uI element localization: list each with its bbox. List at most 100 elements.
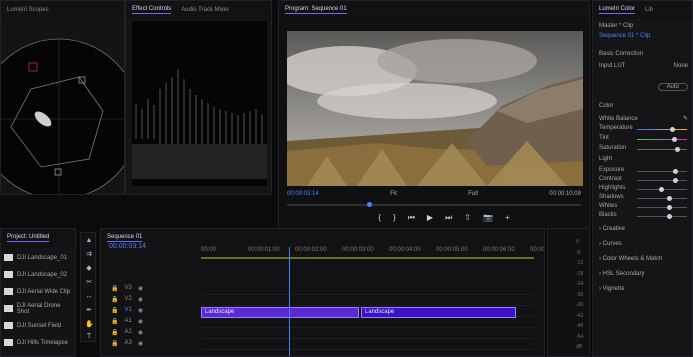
list-item[interactable]: DJI Landscape_02 (4, 268, 73, 281)
type-tool-icon[interactable]: T (85, 333, 93, 341)
track-select-icon[interactable]: ⇉ (85, 251, 93, 259)
slider-track-highlights[interactable] (637, 187, 687, 192)
track-header-v2[interactable]: 🔒 V2 ◉ (111, 296, 143, 303)
list-item[interactable]: DJI Aerial Drone Shot (4, 302, 73, 315)
quality-dropdown[interactable]: Full (468, 191, 478, 197)
eye-icon[interactable]: ◉ (138, 340, 143, 347)
eye-icon[interactable]: ◉ (138, 307, 143, 314)
lock-icon[interactable]: 🔒 (111, 296, 118, 303)
input-lut-dropdown[interactable]: None (674, 63, 688, 69)
slider-knob-highlights[interactable] (659, 187, 664, 192)
pen-tool-icon[interactable]: ✒ (85, 307, 93, 315)
slider-track-contrast[interactable] (637, 178, 687, 183)
program-scrubber[interactable] (287, 202, 581, 207)
section-creative[interactable]: › Creative (599, 226, 688, 232)
slider-knob-contrast[interactable] (673, 178, 678, 183)
eye-icon[interactable]: ◉ (138, 318, 143, 325)
export-frame-icon[interactable]: 📷 (483, 213, 493, 223)
slider-knob-saturation[interactable] (675, 147, 680, 152)
mark-out-icon[interactable]: } (393, 213, 396, 223)
track-header-a1[interactable]: 🔒 A1 ◉ (111, 318, 143, 325)
track-header-v1[interactable]: 🔒 V1 ◉ (111, 307, 143, 314)
master-label[interactable]: Master * Clip (599, 23, 633, 29)
ruler-label: 00:00 (201, 247, 217, 253)
meter-label: -42 (576, 312, 584, 319)
track-header-a3[interactable]: 🔒 A3 ◉ (111, 340, 143, 347)
mark-in-icon[interactable]: { (378, 213, 381, 223)
slider-track-shadows[interactable] (637, 196, 687, 201)
slider-knob-tint[interactable] (672, 137, 677, 142)
slider-knob-shadows[interactable] (667, 196, 672, 201)
list-item[interactable]: DJI Sunset Field (4, 319, 73, 332)
slider-knob-blacks[interactable] (667, 214, 672, 219)
slider-track-tint[interactable] (637, 137, 687, 142)
auto-button[interactable]: Auto (657, 83, 688, 91)
list-item[interactable]: DJI Hills Timelapse (4, 336, 73, 349)
playhead[interactable] (289, 247, 290, 356)
play-icon[interactable]: ▶ (427, 213, 433, 223)
selection-tool-icon[interactable]: ▲ (85, 237, 93, 245)
sequence-label[interactable]: Sequence 01 * Clip (599, 33, 650, 39)
razor-tool-icon[interactable]: ✂ (85, 279, 93, 287)
clip-v1-b[interactable]: Landscape (361, 307, 516, 318)
slider-label-tint: Tint (599, 135, 609, 141)
timeline-ruler[interactable]: 00:00 00:00:01:00 00:00:02:00 00:00:03:00 00… (201, 247, 544, 257)
step-back-icon[interactable]: ⏮ (408, 213, 415, 223)
lock-icon[interactable]: 🔒 (111, 285, 118, 292)
list-item[interactable]: DJI Aerial Wide Clip (4, 285, 73, 298)
eye-icon[interactable]: ◉ (138, 296, 143, 303)
clip-v1-a[interactable]: Landscape (201, 307, 359, 318)
track-header-v3[interactable]: 🔒 V3 ◉ (111, 285, 143, 292)
lift-icon[interactable]: ⇧ (464, 213, 471, 223)
lock-icon[interactable]: 🔒 (111, 307, 118, 314)
slider-track-temperature[interactable] (637, 127, 687, 132)
section-hsl-secondary[interactable]: › HSL Secondary (599, 271, 688, 277)
slider-row-whites: Whites (599, 203, 688, 209)
program-title[interactable]: Program: Sequence 01 (285, 6, 347, 14)
tab-effect-controls[interactable]: Effect Controls (132, 6, 172, 14)
slider-track-exposure[interactable] (637, 169, 687, 174)
section-color-wheels-match[interactable]: › Color Wheels & Match (599, 256, 688, 262)
project-title[interactable]: Project: Untitled (7, 234, 50, 242)
work-area-bar[interactable] (201, 257, 534, 259)
hand-tool-icon[interactable]: ✋ (85, 321, 94, 329)
track-divider (201, 294, 534, 295)
slider-knob-whites[interactable] (667, 205, 672, 210)
project-item-label: DJI Landscape_02 (17, 271, 68, 278)
step-forward-icon[interactable]: ⏭ (445, 213, 452, 223)
lock-icon[interactable]: 🔒 (111, 340, 118, 347)
lock-icon[interactable]: 🔒 (111, 329, 118, 336)
section-curves[interactable]: › Curves (599, 241, 688, 247)
section-vignette[interactable]: › Vignette (599, 286, 688, 292)
slider-track-whites[interactable] (637, 205, 687, 210)
program-timecode[interactable]: 00:00:03:14 (287, 191, 319, 197)
slip-tool-icon[interactable]: ↔ (85, 293, 93, 301)
track-divider (201, 338, 534, 339)
tab-lumetri-color[interactable]: Lumetri Color (599, 6, 636, 14)
list-item[interactable]: DJI Landscape_01 (4, 251, 73, 264)
slider-label-blacks: Blacks (599, 212, 617, 218)
tools-panel: ▲ ⇉ ◆ ✂ ↔ ✒ ✋ T (80, 232, 96, 342)
eyedropper-icon[interactable]: ✎ (683, 115, 688, 122)
timeline-timecode[interactable]: 00:00:03:14 (109, 243, 146, 250)
project-item-label: DJI Hills Timelapse (17, 339, 69, 346)
slider-track-saturation[interactable] (637, 147, 687, 152)
add-button-icon[interactable]: + (505, 213, 510, 223)
tab-libraries[interactable]: Lib (645, 7, 653, 13)
eye-icon[interactable]: ◉ (138, 285, 143, 292)
slider-knob-temperature[interactable] (670, 127, 675, 132)
transport-controls: { } ⏮ ▶ ⏭ ⇧ 📷 + (309, 213, 579, 223)
track-header-a2[interactable]: 🔒 A2 ◉ (111, 329, 143, 336)
tab-lumetri-scopes[interactable]: Lumetri Scopes (7, 7, 49, 13)
basic-correction-label[interactable]: Basic Correction (599, 51, 643, 57)
fit-dropdown[interactable]: Fit (390, 191, 397, 197)
ripple-edit-icon[interactable]: ◆ (85, 265, 93, 273)
slider-knob-exposure[interactable] (673, 169, 678, 174)
lock-icon[interactable]: 🔒 (111, 318, 118, 325)
input-lut-row: Input LUT None (599, 63, 688, 69)
tab-sequence[interactable]: Sequence 01 (107, 234, 143, 242)
tab-audio-mixer[interactable]: Audio Track Mixer (181, 7, 229, 13)
scrub-head[interactable] (367, 202, 372, 207)
eye-icon[interactable]: ◉ (138, 329, 143, 336)
slider-track-blacks[interactable] (637, 214, 687, 219)
